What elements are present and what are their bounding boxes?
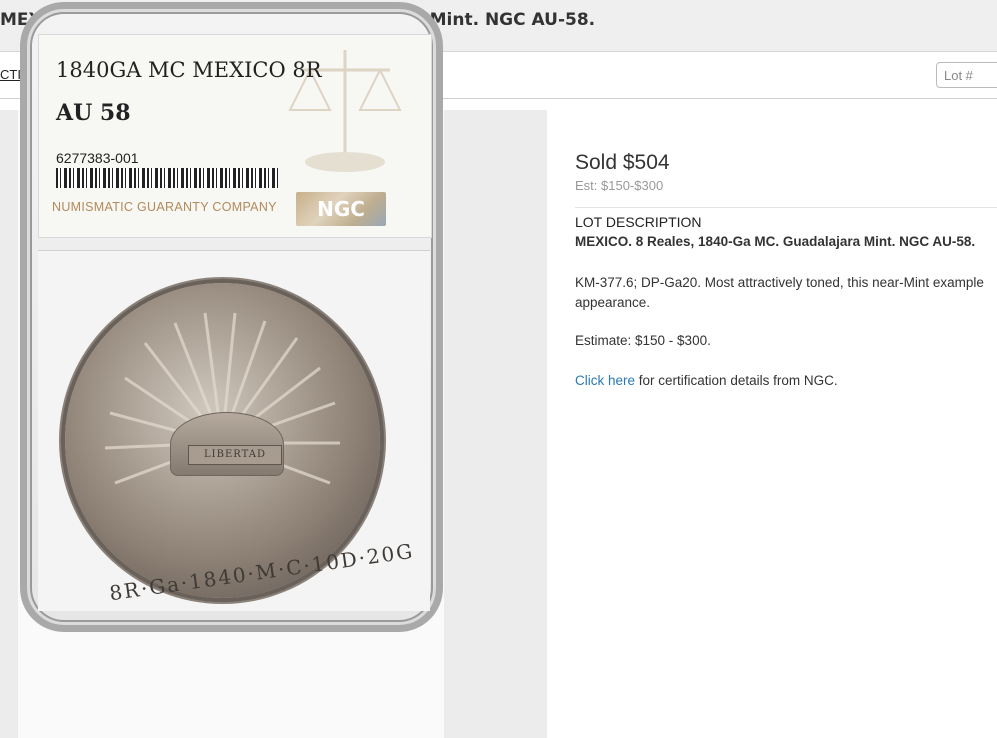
estimate-summary: Est: $150-$300 [575,178,664,193]
description-line: KM-377.6; DP-Ga20. Most attractively ton… [575,275,984,290]
certification-link[interactable]: Click here [575,373,635,388]
description-line: appearance. [575,295,651,310]
sold-price: Sold $504 [575,151,670,174]
slab-cert-number: 6277383-001 [56,150,139,166]
certification-text: for certification details from NGC. [635,373,838,388]
divider [575,207,997,208]
barcode [56,168,278,188]
estimate-range: Estimate: $150 - $300. [575,333,711,348]
slab-grade: AU 58 [56,100,131,126]
grading-company-name: NUMISMATIC GUARANTY COMPANY [52,200,277,214]
ngc-logo: NGC [296,192,386,226]
liberty-cap [170,412,284,476]
lot-description-heading: LOT DESCRIPTION [575,214,702,230]
lot-description-title: MEXICO. 8 Reales, 1840-Ga MC. Guadalajar… [575,234,976,249]
certification-line: Click here for certification details fro… [575,373,838,388]
lot-description-body: KM-377.6; DP-Ga20. Most attractively ton… [575,273,997,313]
lot-number-input[interactable] [936,62,997,88]
slab-coin-description: 1840GA MC MEXICO 8R [56,58,322,82]
coin-liberty-banner: LIBERTAD [188,445,282,465]
